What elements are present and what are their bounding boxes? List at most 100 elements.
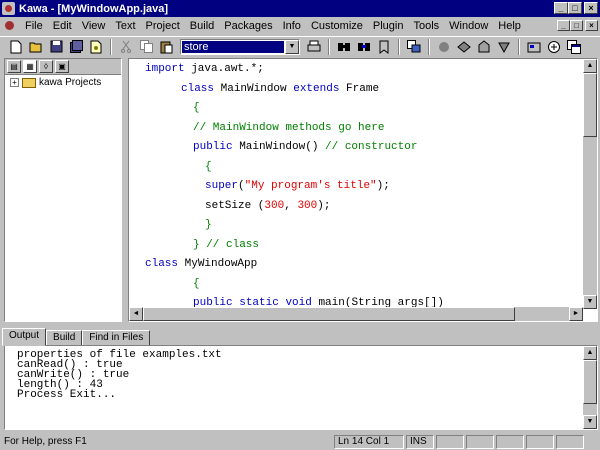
code-token: MyWindowApp <box>178 258 258 270</box>
scroll-up-icon[interactable]: ▲ <box>583 346 597 360</box>
close-button[interactable]: × <box>584 2 598 14</box>
bookmark-icon[interactable] <box>376 39 392 55</box>
build-icon[interactable] <box>476 39 492 55</box>
run-icon[interactable] <box>496 39 512 55</box>
code-token: { <box>193 277 200 290</box>
print-icon[interactable] <box>306 39 322 55</box>
code-token: ); <box>317 199 331 212</box>
replace-icon[interactable] <box>406 39 422 55</box>
code-token: // constructor <box>325 141 418 153</box>
minimize-button[interactable]: _ <box>554 2 568 14</box>
search-combo-value[interactable]: store <box>182 40 284 53</box>
editor-horizontal-scrollbar[interactable]: ◄ ► <box>129 307 583 321</box>
compile-icon[interactable] <box>456 39 472 55</box>
scroll-left-icon[interactable]: ◄ <box>129 307 143 321</box>
output-panel[interactable]: properties of file examples.txt canRead(… <box>4 345 598 430</box>
stop-icon[interactable] <box>436 39 452 55</box>
status-slot <box>436 435 464 449</box>
editor-hscroll-thumb[interactable] <box>143 307 515 321</box>
editor-vscroll-thumb[interactable] <box>583 73 597 137</box>
new-file-icon[interactable] <box>8 39 24 55</box>
document-icon[interactable] <box>2 19 18 33</box>
code-editor[interactable]: import java.awt.*; class MainWindow exten… <box>128 58 598 322</box>
code-line: setSize (300, 300); <box>205 200 330 212</box>
search-combo[interactable]: store ▼ <box>180 38 300 55</box>
menu-edit[interactable]: Edit <box>48 20 77 32</box>
doc-minimize-button[interactable]: _ <box>557 20 570 31</box>
paste-icon[interactable] <box>158 39 174 55</box>
files-tab-icon[interactable]: ▤ <box>7 60 21 73</box>
output-vscroll-thumb[interactable] <box>583 360 597 404</box>
code-token: } // class <box>193 238 260 251</box>
menu-project[interactable]: Project <box>141 20 185 32</box>
code-token: ); <box>376 180 390 192</box>
folder-icon <box>22 77 36 88</box>
expand-icon[interactable]: + <box>10 78 19 87</box>
menu-window[interactable]: Window <box>444 20 493 32</box>
debug-icon[interactable] <box>526 39 542 55</box>
code-token: 300 <box>297 199 318 212</box>
save-icon[interactable] <box>48 39 64 55</box>
toolbar-separator <box>328 38 330 55</box>
app-icon[interactable] <box>2 2 15 15</box>
menu-info[interactable]: Info <box>278 20 306 32</box>
menu-packages[interactable]: Packages <box>219 20 277 32</box>
properties-icon[interactable] <box>88 39 104 55</box>
menu-customize[interactable]: Customize <box>306 20 368 32</box>
code-token: java.awt.*; <box>184 63 264 75</box>
tree-item-kawa-projects[interactable]: + kawa Projects <box>5 77 121 88</box>
menu-build[interactable]: Build <box>185 20 219 32</box>
status-slot <box>496 435 524 449</box>
menu-file[interactable]: File <box>20 20 48 32</box>
tab-build[interactable]: Build <box>46 330 83 346</box>
projects-tab-icon[interactable]: ▦ <box>23 60 37 73</box>
menu-plugin[interactable]: Plugin <box>368 20 409 32</box>
project-panel-tabs: ▤ ▦ ◊ ▣ <box>5 59 121 75</box>
code-line: public MainWindow() // constructor <box>193 141 417 153</box>
find-next-icon[interactable] <box>356 39 372 55</box>
code-token: 300 <box>264 199 285 212</box>
code-token: MainWindow() <box>232 141 326 153</box>
scroll-right-icon[interactable]: ► <box>569 307 583 321</box>
doc-close-button[interactable]: × <box>585 20 598 31</box>
status-slot <box>556 435 584 449</box>
save-all-icon[interactable] <box>68 39 84 55</box>
open-folder-icon[interactable] <box>28 39 44 55</box>
copy-icon[interactable] <box>138 39 154 55</box>
code-token: class <box>181 82 215 95</box>
code-line: class MainWindow extends Frame <box>181 83 379 95</box>
packages-tab-icon[interactable]: ▣ <box>55 60 69 73</box>
kawa-window: Kawa - [MyWindowApp.java] _ □ × File Edi… <box>0 0 600 450</box>
menu-view[interactable]: View <box>77 20 111 32</box>
tab-output[interactable]: Output <box>2 328 47 346</box>
code-token: { <box>205 160 212 173</box>
output-vertical-scrollbar[interactable]: ▲ ▼ <box>583 346 597 429</box>
scroll-down-icon[interactable]: ▼ <box>583 295 597 309</box>
code-line: { <box>193 102 200 114</box>
status-slot <box>526 435 554 449</box>
editor-vertical-scrollbar[interactable]: ▲ ▼ <box>583 59 597 309</box>
code-line: { <box>193 278 200 290</box>
classes-tab-icon[interactable]: ◊ <box>39 60 53 73</box>
output-tabs: Output Build Find in Files <box>2 328 151 346</box>
step-icon[interactable] <box>546 39 562 55</box>
window-icon[interactable] <box>566 39 582 55</box>
status-slot <box>466 435 494 449</box>
code-line: // MainWindow methods go here <box>193 122 384 134</box>
find-icon[interactable] <box>336 39 352 55</box>
code-token: import <box>145 63 185 75</box>
title-bar[interactable]: Kawa - [MyWindowApp.java] _ □ × <box>0 0 600 17</box>
menu-help[interactable]: Help <box>493 20 526 32</box>
chevron-down-icon[interactable]: ▼ <box>285 39 299 54</box>
toolbar-separator <box>518 38 520 55</box>
scroll-up-icon[interactable]: ▲ <box>583 59 597 73</box>
menu-text[interactable]: Text <box>110 20 140 32</box>
project-panel: ▤ ▦ ◊ ▣ + kawa Projects <box>4 58 122 322</box>
scroll-down-icon[interactable]: ▼ <box>583 415 597 429</box>
maximize-button[interactable]: □ <box>568 2 582 14</box>
menu-tools[interactable]: Tools <box>408 20 444 32</box>
cut-icon[interactable] <box>118 39 134 55</box>
tab-find-in-files[interactable]: Find in Files <box>82 330 151 346</box>
doc-restore-button[interactable]: □ <box>570 20 583 31</box>
menu-bar: File Edit View Text Project Build Packag… <box>0 17 600 35</box>
